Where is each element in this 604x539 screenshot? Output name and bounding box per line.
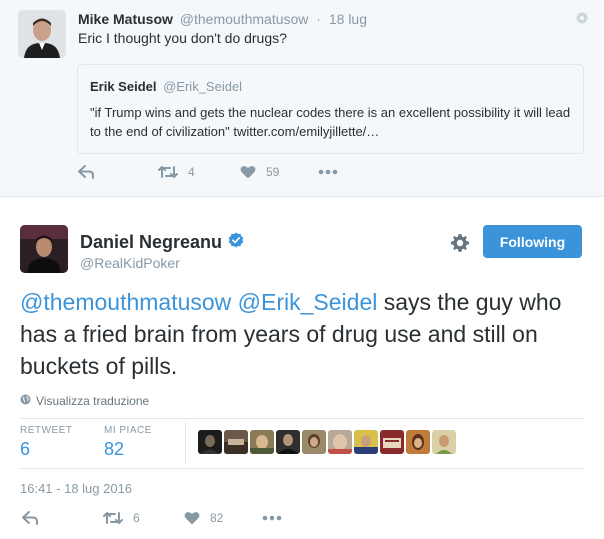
retweet-count: 6 [133,511,140,525]
tweet-actions: 6 82 [0,511,604,531]
liker-avatar[interactable] [328,430,352,454]
divider [20,418,584,419]
likes-value: 82 [104,439,125,459]
likes-stat[interactable]: MI PIACE 82 [104,425,152,460]
like-button[interactable]: 82 [184,511,223,525]
tweet-time[interactable]: 18 lug [329,11,367,27]
quote-text: "if Trump wins and gets the nuclear code… [90,105,571,139]
heart-icon [240,165,256,179]
retweets-stat[interactable]: RETWEET 6 [20,425,72,460]
tweet-timestamp[interactable]: 16:41 - 18 lug 2016 [20,481,132,496]
quote-author-name: Erik Seidel [90,79,157,94]
context-tweet[interactable]: Mike Matusow @themouthmatusow · 18 lug E… [0,0,604,197]
translate-label: Visualizza traduzione [36,394,150,408]
tweet-text: @themouthmatusow @Erik_Seidel says the g… [20,286,590,382]
liker-avatar[interactable] [250,430,274,454]
likers-avatars [198,430,456,454]
divider [20,468,584,469]
author-name-row: Daniel Negreanu [80,232,244,253]
retweet-count: 4 [188,165,195,179]
geo-icon [576,11,588,29]
liker-avatar[interactable] [354,430,378,454]
retweets-label: RETWEET [20,425,73,436]
tweet-text: Eric I thought you don't do drugs? [78,30,287,46]
liker-avatar[interactable] [380,430,404,454]
tweet-actions: 4 59 [0,165,604,185]
globe-icon [20,394,31,408]
more-button[interactable] [318,169,338,175]
retweet-icon [103,511,123,525]
liker-avatar[interactable] [302,430,326,454]
liker-avatar[interactable] [276,430,300,454]
following-button[interactable]: Following [483,225,582,258]
avatar[interactable] [20,225,68,273]
author-name[interactable]: Mike Matusow [78,11,173,27]
verified-icon [228,232,244,253]
author-username[interactable]: @RealKidPoker [80,255,180,271]
avatar[interactable] [18,10,66,58]
more-button[interactable] [262,515,282,521]
more-icon [262,515,282,521]
like-count: 59 [266,165,280,179]
tweet-header: Mike Matusow @themouthmatusow · 18 lug [78,11,367,27]
reply-icon [22,511,39,525]
quote-header: Erik Seidel @Erik_Seidel [90,79,242,94]
heart-icon [184,511,200,525]
like-button[interactable]: 59 [240,165,279,179]
author-username[interactable]: @themouthmatusow [180,11,309,27]
reply-icon [78,165,95,179]
main-tweet: Daniel Negreanu @RealKidPoker Following … [0,198,604,539]
quoted-tweet[interactable]: Erik Seidel @Erik_Seidel "if Trump wins … [77,64,584,154]
reply-button[interactable] [22,511,39,525]
likes-label: MI PIACE [104,425,152,436]
translate-link[interactable]: Visualizza traduzione [20,394,149,408]
retweet-icon [158,165,178,179]
liker-avatar[interactable] [432,430,456,454]
retweet-button[interactable]: 4 [158,165,195,179]
liker-avatar[interactable] [198,430,222,454]
mention-link[interactable]: @themouthmatusow [20,289,231,315]
more-icon [318,169,338,175]
retweet-button[interactable]: 6 [103,511,140,525]
mention-link[interactable]: @Erik_Seidel [238,289,378,315]
retweets-value: 6 [20,439,31,459]
separator: · [316,11,321,27]
reply-button[interactable] [78,165,95,179]
quote-author-username: @Erik_Seidel [163,79,243,94]
liker-avatar[interactable] [224,430,248,454]
author-name[interactable]: Daniel Negreanu [80,232,222,253]
like-count: 82 [210,511,224,525]
gear-icon[interactable] [451,234,469,257]
divider [185,422,186,464]
liker-avatar[interactable] [406,430,430,454]
